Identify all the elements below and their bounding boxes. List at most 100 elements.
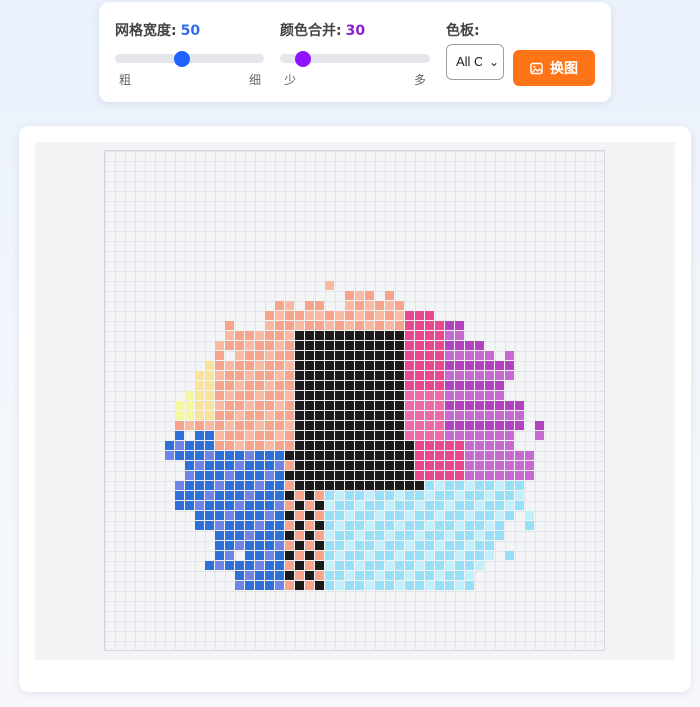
pixel-cell [415, 551, 424, 560]
pixel-cell [245, 481, 254, 490]
grid-width-slider[interactable] [115, 50, 264, 67]
pixel-cell [295, 501, 304, 510]
pixel-grid[interactable] [104, 150, 605, 651]
pixel-cell [255, 561, 264, 570]
pixel-cell [275, 481, 284, 490]
pixel-cell [475, 361, 484, 370]
pixel-cell [205, 411, 214, 420]
pixel-cell [235, 581, 244, 590]
pixel-cell [275, 311, 284, 320]
pixel-cell [395, 371, 404, 380]
pixel-cell [275, 411, 284, 420]
pixel-cell [205, 511, 214, 520]
pixel-cell [395, 431, 404, 440]
pixel-cell [465, 561, 474, 570]
pixel-cell [225, 391, 234, 400]
pixel-cell [275, 341, 284, 350]
color-merge-slider-thumb[interactable] [294, 50, 311, 67]
pixel-cell [485, 441, 494, 450]
pixel-cell [485, 421, 494, 430]
pixel-cell [395, 521, 404, 530]
pixel-cell [435, 531, 444, 540]
pixel-cell [275, 581, 284, 590]
pixel-cell [425, 461, 434, 470]
pixel-cell [275, 511, 284, 520]
pixel-cell [245, 351, 254, 360]
pixel-cell [505, 401, 514, 410]
pixel-cell [275, 491, 284, 500]
canvas-card [19, 126, 691, 692]
pixel-cell [495, 451, 504, 460]
pixel-cell [215, 551, 224, 560]
pixel-cell [475, 391, 484, 400]
pixel-cell [295, 321, 304, 330]
pixel-cell [295, 551, 304, 560]
pixel-cell [425, 441, 434, 450]
pixel-cell [515, 481, 524, 490]
pixel-cell [495, 431, 504, 440]
pixel-cell [265, 571, 274, 580]
pixel-cell [225, 321, 234, 330]
pixel-cell [225, 501, 234, 510]
pixel-cell [255, 581, 264, 590]
pixel-cell [455, 381, 464, 390]
color-merge-slider[interactable] [280, 50, 430, 67]
pixel-cell [325, 571, 334, 580]
pixel-cell [405, 351, 414, 360]
pixel-cell [465, 351, 474, 360]
pixel-cell [345, 391, 354, 400]
pixel-cell [455, 501, 464, 510]
pixel-cell [325, 391, 334, 400]
pixel-cell [405, 491, 414, 500]
pixel-cell [485, 371, 494, 380]
palette-select[interactable]: All Colors ⌄ [446, 44, 504, 80]
pixel-cell [385, 431, 394, 440]
pixel-cell [505, 481, 514, 490]
pixel-cell [295, 541, 304, 550]
pixel-cell [195, 521, 204, 530]
pixel-cell [225, 561, 234, 570]
pixel-cell [405, 561, 414, 570]
pixel-cell [365, 441, 374, 450]
pixel-cell [285, 501, 294, 510]
pixel-cell [485, 491, 494, 500]
pixel-cell [425, 471, 434, 480]
pixel-cell [325, 381, 334, 390]
pixel-cell [255, 471, 264, 480]
pixel-cell [265, 481, 274, 490]
pixel-cell [455, 531, 464, 540]
pixel-cell [335, 481, 344, 490]
pixel-cell [285, 351, 294, 360]
pixel-cell [455, 481, 464, 490]
pixel-cell [305, 391, 314, 400]
pixel-cell [355, 491, 364, 500]
pixel-cell [295, 391, 304, 400]
grid-width-slider-thumb[interactable] [174, 50, 191, 67]
pixel-cell [295, 531, 304, 540]
pixel-cell [375, 541, 384, 550]
pixel-cell [185, 391, 194, 400]
pixel-cell [215, 471, 224, 480]
pixel-cell [495, 411, 504, 420]
pixel-cell [425, 321, 434, 330]
pixel-cell [245, 441, 254, 450]
pixel-cell [245, 391, 254, 400]
pixel-cell [295, 311, 304, 320]
pixel-cell [215, 461, 224, 470]
pixel-cell [345, 541, 354, 550]
pixel-cell [455, 551, 464, 560]
pixel-cell [225, 421, 234, 430]
pixel-cell [225, 481, 234, 490]
pixel-cell [495, 381, 504, 390]
pixel-cell [375, 401, 384, 410]
pixel-cell [465, 481, 474, 490]
swap-image-button[interactable]: 换图 [513, 50, 595, 86]
pixel-cell [295, 441, 304, 450]
pixel-cell [385, 531, 394, 540]
pixel-cell [365, 521, 374, 530]
pixel-cell [345, 511, 354, 520]
pixel-cell [445, 361, 454, 370]
pixel-cell [255, 371, 264, 380]
pixel-cell [345, 501, 354, 510]
pixel-cell [265, 531, 274, 540]
